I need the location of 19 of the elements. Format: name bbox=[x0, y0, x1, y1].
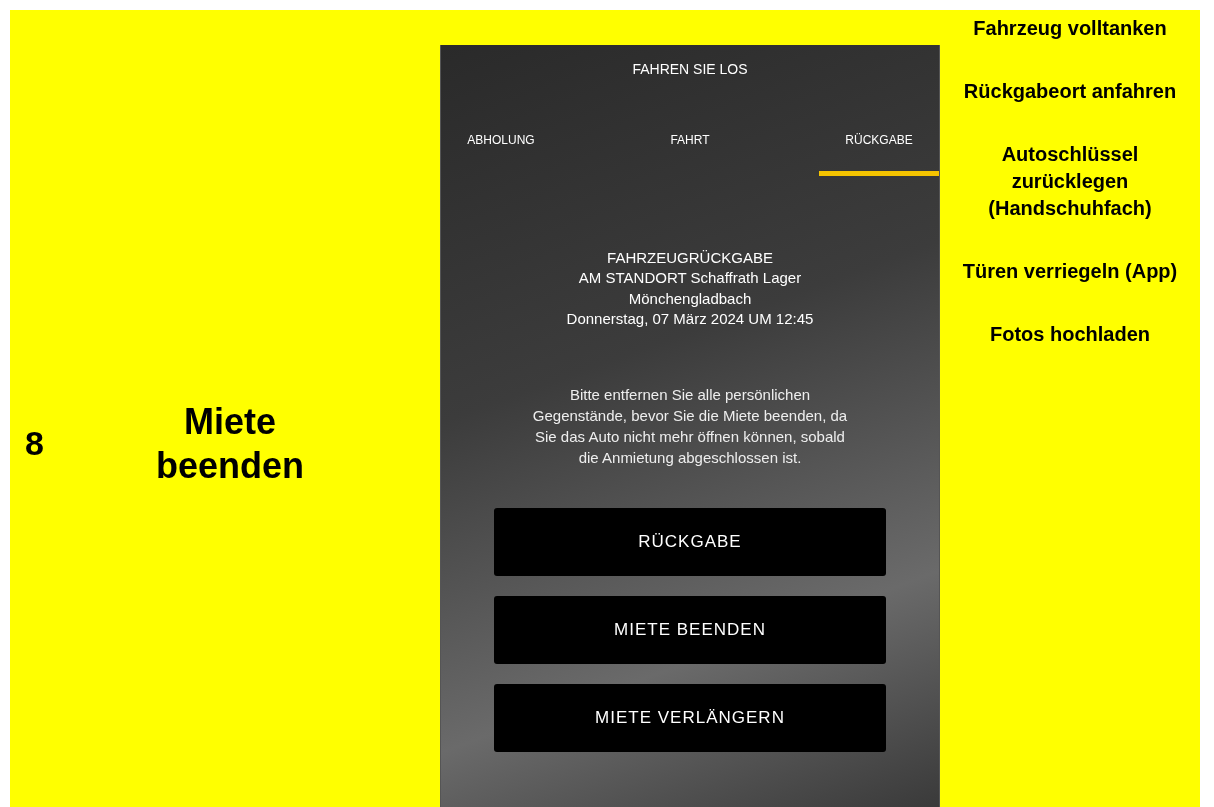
tab[interactable]: ABHOLUNG bbox=[441, 129, 561, 176]
step-title: Miete beenden bbox=[155, 400, 305, 487]
checklist-item: Türen verriegeln (App) bbox=[961, 259, 1179, 284]
action-button[interactable]: MIETE VERLÄNGERN bbox=[494, 684, 886, 752]
action-button[interactable]: MIETE BEENDEN bbox=[494, 596, 886, 664]
checklist-item: Fahrzeug volltanken bbox=[972, 16, 1168, 41]
return-info-line: Mönchengladbach bbox=[627, 288, 753, 309]
action-button[interactable]: RÜCKGABE bbox=[494, 508, 886, 576]
step-number: 8 bbox=[25, 424, 45, 463]
checklist-item: Autoschlüssel zurücklegen (Handschuhfach) bbox=[987, 142, 1153, 221]
return-info-line: Donnerstag, 07 März 2024 UM 12:45 bbox=[566, 308, 814, 329]
notice-text: Bitte entfernen Sie alle persönlichen Gegenstände, bevor Sie die Miete beenden, da Sie das Auto nicht mehr öffnen können, sobald die Anmietung abgeschlossen ist. bbox=[531, 385, 849, 468]
return-info-line: FAHRZEUGRÜCKGABE bbox=[606, 248, 774, 268]
tab[interactable]: FAHRT bbox=[630, 129, 750, 176]
checklist-item: Fotos hochladen bbox=[989, 322, 1151, 347]
checklist-item: Rückgabeort anfahren bbox=[962, 79, 1178, 104]
tab[interactable]: RÜCKGABE bbox=[819, 129, 939, 176]
screen-title: FAHREN SIE LOS bbox=[632, 61, 748, 77]
return-info-line: AM STANDORT Schaffrath Lager bbox=[577, 268, 803, 289]
